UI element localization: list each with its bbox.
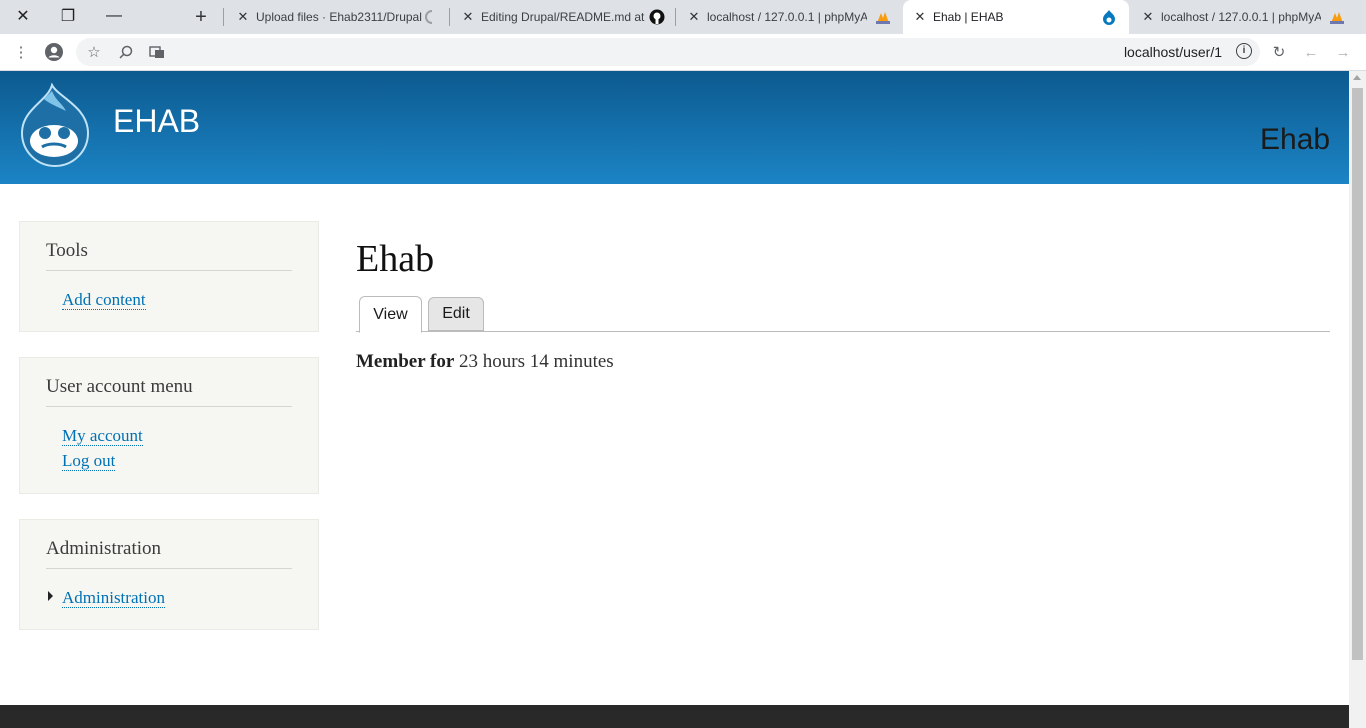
tab-edit[interactable]: Edit <box>428 297 484 331</box>
site-footer <box>0 705 1349 728</box>
browser-tab-active[interactable]: ✕ Ehab | EHAB <box>903 0 1129 34</box>
profile-icon[interactable] <box>43 41 65 63</box>
browser-tab-strip: ✕ ❐ — + ✕ Upload files · Ehab2311/Drupal… <box>0 0 1366 34</box>
forward-icon[interactable]: → <box>1332 41 1354 63</box>
site-info-icon[interactable]: i <box>1236 43 1252 59</box>
administration-link[interactable]: Administration <box>62 588 165 608</box>
drupal-logo[interactable] <box>18 83 94 167</box>
tab-close-icon[interactable]: ✕ <box>911 9 929 25</box>
block-title: Tools <box>46 240 292 271</box>
user-account-menu: My account Log out <box>46 407 292 473</box>
browser-tab[interactable]: ✕ localhost / 127.0.0.1 | phpMyAdmin <box>1131 0 1353 34</box>
minimize-window-icon[interactable]: — <box>91 0 137 32</box>
tab-close-icon[interactable]: ✕ <box>685 9 703 25</box>
page-scrollbar[interactable] <box>1349 71 1366 728</box>
tab-close-icon[interactable]: ✕ <box>1139 9 1157 25</box>
tab-title: Ehab | EHAB <box>933 10 1004 24</box>
address-bar[interactable]: ☆ localhost/user/1 i <box>76 38 1260 66</box>
tab-close-icon[interactable]: ✕ <box>234 9 252 25</box>
tools-menu: Add content <box>46 271 292 312</box>
browser-tab[interactable]: ✕ Upload files · Ehab2311/Drupal <box>226 0 448 34</box>
drupal-icon <box>1103 10 1115 25</box>
administration-menu: Administration <box>46 569 292 610</box>
block-title: Administration <box>46 538 292 569</box>
tab-separator <box>675 8 676 26</box>
log-out-link[interactable]: Log out <box>62 451 116 471</box>
tab-separator <box>223 8 224 26</box>
block-title: User account menu <box>46 376 292 407</box>
member-for-value: 23 hours 14 minutes <box>459 351 614 372</box>
user-account-menu-block: User account menu My account Log out <box>19 357 319 494</box>
url-text[interactable]: localhost/user/1 <box>1124 44 1222 60</box>
site-name[interactable]: EHAB <box>113 103 200 140</box>
page-title: Ehab <box>356 238 435 280</box>
reload-icon[interactable]: ↻ <box>1268 41 1290 63</box>
zoom-icon[interactable] <box>115 41 137 63</box>
browser-tab[interactable]: ✕ localhost / 127.0.0.1 | phpMyAdmin <box>677 0 899 34</box>
collapsed-arrow-icon[interactable] <box>48 591 53 601</box>
translate-icon[interactable] <box>146 41 168 63</box>
phpmyadmin-icon <box>1330 12 1344 24</box>
tab-title: localhost / 127.0.0.1 | phpMyAdmin <box>707 10 867 24</box>
add-content-link[interactable]: Add content <box>62 290 146 310</box>
tab-title: Upload files · Ehab2311/Drupal <box>256 10 422 24</box>
github-icon <box>649 9 665 25</box>
tab-title: localhost / 127.0.0.1 | phpMyAdmin <box>1161 10 1321 24</box>
loading-spinner-icon <box>425 10 433 24</box>
page-viewport: EHAB Ehab Tools Add content User account… <box>0 71 1349 728</box>
member-for-field: Member for 23 hours 14 minutes <box>356 351 614 373</box>
browser-toolbar: ⋮ ☆ localhost/user/1 i ↻ ← → <box>0 34 1366 71</box>
bookmark-star-icon[interactable]: ☆ <box>83 41 105 63</box>
tab-title: Editing Drupal/README.md at <box>481 10 645 24</box>
tools-block: Tools Add content <box>19 221 319 332</box>
member-for-label: Member for <box>356 351 455 372</box>
scroll-up-arrow-icon[interactable] <box>1353 75 1361 80</box>
administration-block: Administration Administration <box>19 519 319 630</box>
scrollbar-thumb[interactable] <box>1352 88 1363 660</box>
restore-window-icon[interactable]: ❐ <box>45 0 91 32</box>
menu-dots-icon[interactable]: ⋮ <box>10 41 32 63</box>
header-username: Ehab <box>1260 123 1331 156</box>
tab-close-icon[interactable]: ✕ <box>459 9 477 25</box>
tab-view[interactable]: View <box>359 296 422 333</box>
new-tab-button[interactable]: + <box>188 4 214 30</box>
browser-tab[interactable]: ✕ Editing Drupal/README.md at <box>451 0 673 34</box>
back-icon[interactable]: ← <box>1300 41 1322 63</box>
tabs-divider <box>356 331 1330 332</box>
site-header: EHAB Ehab <box>0 71 1349 184</box>
my-account-link[interactable]: My account <box>62 426 143 446</box>
phpmyadmin-icon <box>876 12 890 24</box>
tab-separator <box>449 8 450 26</box>
close-window-icon[interactable]: ✕ <box>0 0 46 32</box>
